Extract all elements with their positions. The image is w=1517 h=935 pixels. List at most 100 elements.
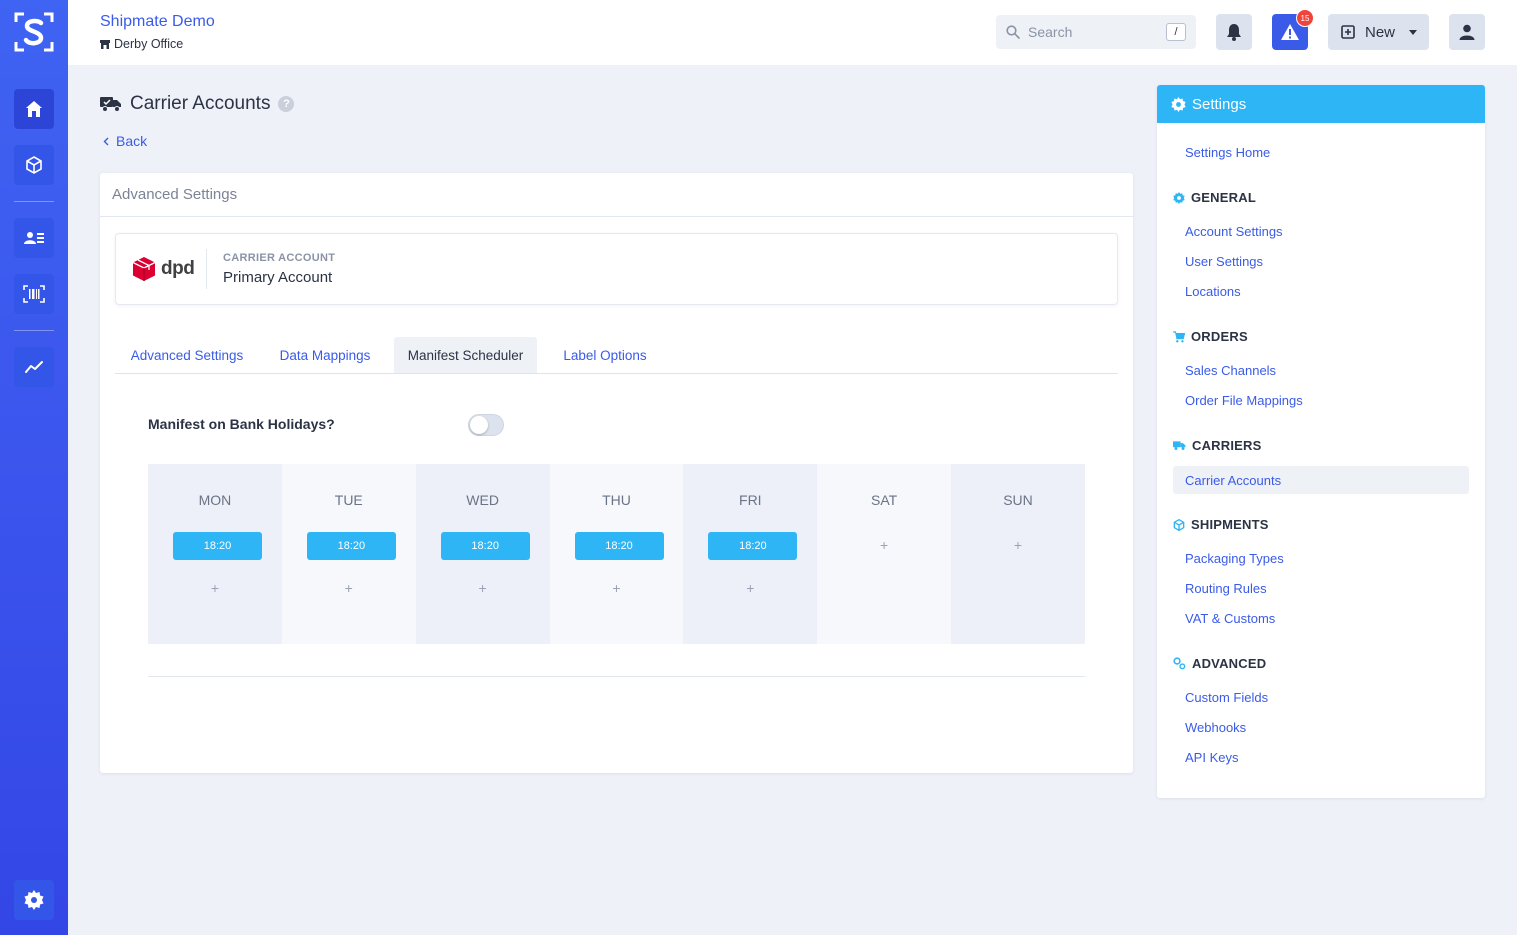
location-name: Derby Office xyxy=(114,37,184,51)
manifest-week-grid: MON 18:20 + TUE 18:20 + WED 18:20 + THU … xyxy=(148,464,1085,644)
rail-divider xyxy=(14,201,54,202)
add-time-button[interactable]: + xyxy=(282,580,416,596)
day-column-wed: WED 18:20 + xyxy=(415,464,550,644)
add-time-button[interactable]: + xyxy=(683,580,817,596)
alert-count-badge: 15 xyxy=(1296,9,1314,27)
day-name: FRI xyxy=(739,492,762,508)
section-heading: ADVANCED xyxy=(1192,656,1267,671)
package-icon[interactable] xyxy=(14,145,54,185)
dpd-cube-icon xyxy=(132,257,156,281)
manifest-time-pill[interactable]: 18:20 xyxy=(306,532,396,560)
back-link[interactable]: Back xyxy=(103,133,147,149)
add-time-button[interactable]: + xyxy=(550,580,684,596)
add-time-button[interactable]: + xyxy=(416,580,550,596)
divider xyxy=(148,676,1085,677)
settings-home-link[interactable]: Settings Home xyxy=(1185,145,1270,160)
barcode-icon[interactable] xyxy=(14,274,54,314)
settings-panel: Settings Settings Home GENERAL Account S… xyxy=(1157,85,1485,798)
day-column-sun: SUN + xyxy=(951,464,1085,644)
contacts-icon[interactable] xyxy=(14,218,54,258)
day-name: SAT xyxy=(871,492,898,508)
truck-icon xyxy=(1173,441,1186,450)
user-icon xyxy=(1459,24,1475,40)
search-placeholder: Search xyxy=(1028,24,1073,40)
manifest-time-pill[interactable]: 18:20 xyxy=(574,532,664,560)
bell-icon xyxy=(1227,24,1241,41)
settings-link-carrier-accounts[interactable]: Carrier Accounts xyxy=(1173,466,1469,494)
manifest-time-pill[interactable]: 18:20 xyxy=(440,532,530,560)
section-orders: ORDERS xyxy=(1173,329,1248,344)
day-name: WED xyxy=(466,492,499,508)
alerts-button[interactable]: 15 xyxy=(1272,9,1314,50)
settings-gear-icon[interactable] xyxy=(14,880,54,920)
toggle-knob xyxy=(470,416,488,434)
settings-link-order-file-mappings[interactable]: Order File Mappings xyxy=(1185,393,1303,408)
new-button[interactable]: New xyxy=(1328,14,1429,50)
org-name[interactable]: Shipmate Demo xyxy=(100,13,215,31)
section-heading: SHIPMENTS xyxy=(1191,517,1269,532)
notifications-button[interactable] xyxy=(1216,14,1252,50)
chevron-left-icon xyxy=(103,137,109,145)
truck-icon xyxy=(100,97,121,112)
tab-data-mappings[interactable]: Data Mappings xyxy=(265,337,385,373)
settings-link-api-keys[interactable]: API Keys xyxy=(1185,750,1238,765)
rail-divider xyxy=(14,330,54,331)
page-title: Carrier Accounts ? xyxy=(100,93,295,115)
settings-link-user-settings[interactable]: User Settings xyxy=(1185,254,1263,269)
plus-square-icon xyxy=(1341,25,1355,39)
section-heading: ORDERS xyxy=(1191,329,1248,344)
search-input[interactable]: Search / xyxy=(996,15,1196,49)
add-time-button[interactable]: + xyxy=(817,537,951,553)
location-selector[interactable]: Derby Office xyxy=(100,37,183,51)
manifest-time-pill[interactable]: 18:20 xyxy=(708,532,798,560)
section-heading: CARRIERS xyxy=(1192,438,1262,453)
back-label: Back xyxy=(116,133,148,149)
new-button-label: New xyxy=(1365,23,1396,41)
section-carriers: CARRIERS xyxy=(1173,438,1262,453)
settings-link-account-settings[interactable]: Account Settings xyxy=(1185,224,1283,239)
add-time-button[interactable]: + xyxy=(951,537,1085,553)
day-name: THU xyxy=(602,492,631,508)
settings-title: Settings xyxy=(1192,95,1247,113)
cogs-icon xyxy=(1173,657,1186,670)
home-icon[interactable] xyxy=(14,89,54,129)
gear-icon xyxy=(1171,96,1186,112)
help-icon[interactable]: ? xyxy=(278,96,295,112)
store-icon xyxy=(100,39,110,49)
settings-tabs: Advanced Settings Data Mappings Manifest… xyxy=(115,337,1118,374)
settings-link-routing-rules[interactable]: Routing Rules xyxy=(1185,581,1267,596)
settings-panel-header: Settings xyxy=(1157,85,1485,123)
search-icon xyxy=(1006,25,1020,39)
tab-manifest-scheduler[interactable]: Manifest Scheduler xyxy=(394,337,537,373)
day-column-sat: SAT + xyxy=(817,464,952,644)
day-column-fri: FRI 18:20 + xyxy=(683,464,818,644)
manifest-time-pill[interactable]: 18:20 xyxy=(173,532,262,560)
logo-icon[interactable] xyxy=(14,12,54,52)
bank-holidays-label: Manifest on Bank Holidays? xyxy=(148,416,335,432)
tab-advanced-settings[interactable]: Advanced Settings xyxy=(115,337,259,373)
settings-link-custom-fields[interactable]: Custom Fields xyxy=(1185,690,1268,705)
settings-link-locations[interactable]: Locations xyxy=(1185,284,1241,299)
settings-link-packaging-types[interactable]: Packaging Types xyxy=(1185,551,1284,566)
settings-link-vat-customs[interactable]: VAT & Customs xyxy=(1185,611,1275,626)
section-advanced: ADVANCED xyxy=(1173,656,1266,671)
day-name: SUN xyxy=(1003,492,1033,508)
left-rail xyxy=(0,0,68,935)
day-column-tue: TUE 18:20 + xyxy=(281,464,416,644)
day-name: MON xyxy=(198,492,232,508)
caret-down-icon xyxy=(1409,29,1418,35)
day-column-mon: MON 18:20 + xyxy=(148,464,282,644)
top-bar: Shipmate Demo Derby Office Search / 15 N… xyxy=(68,0,1517,65)
settings-link-webhooks[interactable]: Webhooks xyxy=(1185,720,1246,735)
search-shortcut-key: / xyxy=(1166,23,1186,41)
carrier-divider xyxy=(206,249,207,289)
user-menu-button[interactable] xyxy=(1449,14,1485,50)
tab-label-options[interactable]: Label Options xyxy=(547,337,663,373)
settings-link-sales-channels[interactable]: Sales Channels xyxy=(1185,363,1276,378)
add-time-button[interactable]: + xyxy=(148,580,282,596)
analytics-icon[interactable] xyxy=(14,347,54,387)
day-name: TUE xyxy=(334,492,363,508)
card-heading: Advanced Settings xyxy=(100,173,1133,217)
bank-holidays-toggle[interactable] xyxy=(468,414,504,436)
carrier-account-name: Primary Account xyxy=(223,269,333,286)
